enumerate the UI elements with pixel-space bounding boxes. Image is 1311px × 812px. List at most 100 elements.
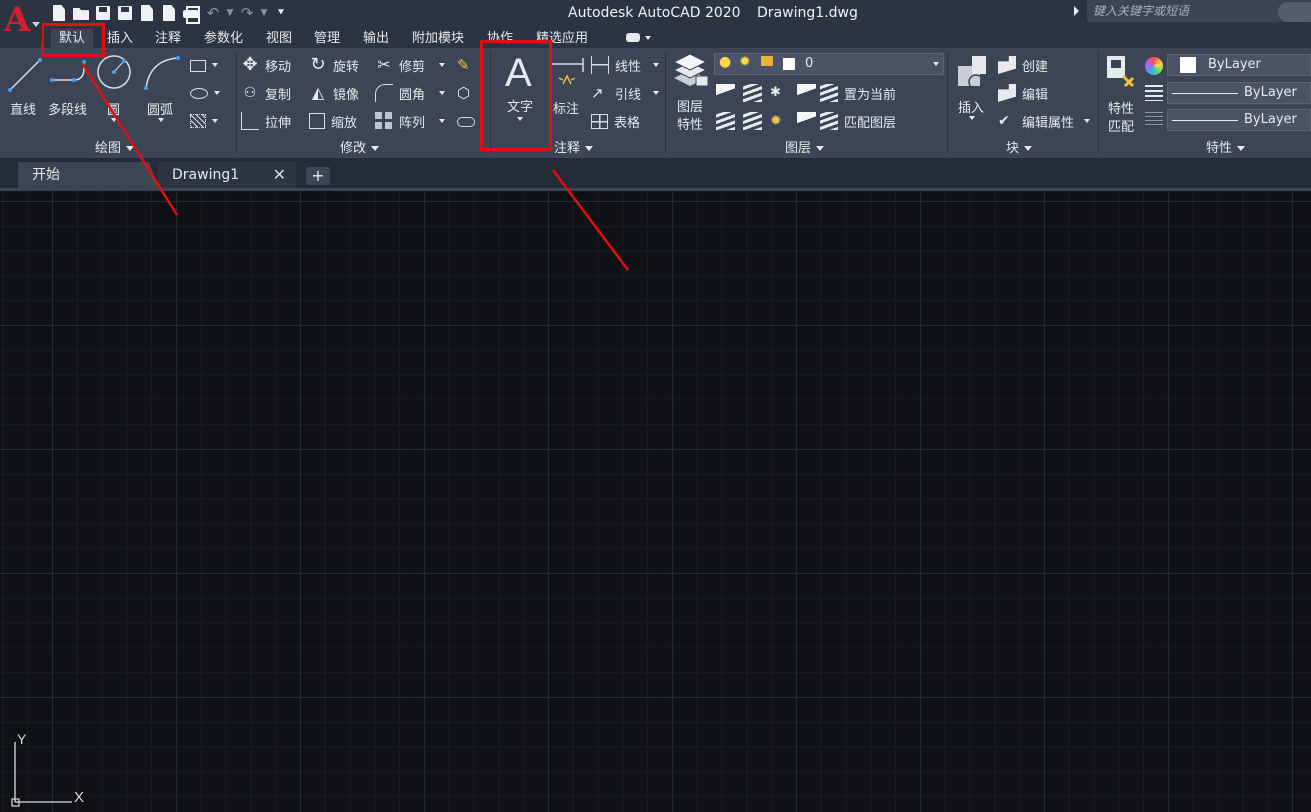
text-label: 文字 [507, 96, 533, 115]
text-button[interactable]: A 文字 [495, 50, 543, 130]
polyline-button[interactable]: 多段线 [46, 52, 92, 120]
tab-insert[interactable]: 插入 [99, 29, 141, 48]
create-block-button[interactable]: 创建 [998, 54, 1048, 76]
edit-attributes-button[interactable]: ✔编辑属性 [998, 110, 1090, 132]
new-file-icon[interactable] [50, 4, 68, 22]
search-expand-icon[interactable] [1074, 6, 1079, 16]
lineweight-icon[interactable] [1145, 112, 1163, 128]
move-button[interactable]: ✥移动 [241, 54, 291, 76]
dimension-button[interactable]: 标注 [547, 52, 587, 124]
application-menu-button[interactable]: A [0, 0, 42, 42]
tab-annotate[interactable]: 注释 [147, 29, 189, 48]
chevron-down-icon [212, 63, 218, 67]
scale-button[interactable]: 缩放 [309, 110, 357, 132]
tab-home[interactable]: 默认 [51, 29, 93, 48]
layer-isolate-icon[interactable] [743, 84, 762, 102]
mirror-button[interactable]: ◭镜像 [309, 82, 359, 104]
share-icon[interactable] [160, 4, 178, 22]
start-tab[interactable]: 开始 [18, 162, 158, 188]
open-file-icon[interactable] [72, 4, 90, 22]
mirror-icon: ◭ [309, 84, 327, 102]
layer-off-icon[interactable] [716, 84, 735, 102]
layer-on-icon[interactable] [716, 112, 735, 130]
make-current-button[interactable]: 置为当前 [820, 82, 896, 104]
properties-panel-title[interactable]: 特性 [1206, 137, 1245, 156]
modify-panel-title[interactable]: 修改 [340, 137, 379, 156]
undo-dropdown-icon[interactable]: ▼ [226, 4, 234, 22]
linetype-dropdown[interactable]: ByLayer [1167, 82, 1311, 104]
layer-freeze-icon[interactable]: ✱ [770, 84, 789, 102]
draw-panel-title[interactable]: 绘图 [95, 137, 134, 156]
tab-parametric[interactable]: 参数化 [196, 29, 251, 48]
web-mobile-icon[interactable] [138, 4, 156, 22]
insert-block-button[interactable]: 插入 [952, 52, 992, 128]
layer-lock-icon[interactable] [797, 84, 816, 102]
layer-properties-button[interactable]: 图层 特性 [670, 52, 710, 132]
hatch-icon [190, 114, 206, 128]
ellipse-icon [190, 88, 208, 99]
edit-block-button[interactable]: 编辑 [998, 82, 1048, 104]
erase-button[interactable]: ✎ [457, 54, 475, 76]
layer-unlock-icon[interactable] [797, 112, 816, 130]
rotate-button[interactable]: ↻旋转 [309, 54, 359, 76]
copy-button[interactable]: ⚇复制 [241, 82, 291, 104]
redo-icon[interactable]: ↷ [238, 4, 256, 22]
linetype-icon[interactable] [1145, 85, 1163, 101]
block-panel-title[interactable]: 块 [1006, 137, 1032, 156]
plot-icon[interactable] [182, 4, 200, 22]
ucs-icon: Y X [10, 730, 100, 810]
layer-stack-icon [670, 52, 710, 92]
save-as-icon[interactable] [116, 4, 134, 22]
leader-button[interactable]: ↗引线 [591, 82, 659, 104]
layer-thaw-icon[interactable]: ✹ [770, 112, 789, 130]
tab-view[interactable]: 视图 [258, 29, 300, 48]
new-drawing-tab-button[interactable]: + [306, 167, 330, 185]
layers-panel-title[interactable]: 图层 [785, 137, 824, 156]
layer-dropdown[interactable]: ● ✹ 0 [714, 53, 944, 75]
arc-button[interactable]: 圆弧 [140, 52, 184, 124]
fillet-button[interactable]: 圆角 [375, 82, 445, 104]
match-properties-button[interactable]: 特性 匹配 [1101, 52, 1141, 132]
save-icon[interactable] [94, 4, 112, 22]
trim-button[interactable]: ✂修剪 [375, 54, 445, 76]
minimize-ribbon-icon [626, 33, 640, 42]
hatch-button[interactable] [190, 110, 218, 132]
tab-collaborate[interactable]: 协作 [479, 29, 521, 48]
chevron-down-icon [1024, 146, 1032, 151]
tab-manage[interactable]: 管理 [306, 29, 348, 48]
customize-qat-icon[interactable]: ⯆ [272, 4, 290, 22]
rectangle-button[interactable] [190, 54, 218, 76]
color-dropdown[interactable]: ByLayer [1167, 54, 1311, 76]
layer-unisolate-icon[interactable] [743, 112, 762, 130]
scissors-icon: ✂ [375, 56, 393, 74]
line-button[interactable]: 直线 [4, 52, 44, 120]
match-properties-label-1: 特性 [1108, 98, 1134, 117]
search-button[interactable] [1278, 2, 1311, 22]
ellipse-button[interactable] [190, 82, 220, 104]
stretch-button[interactable]: 拉伸 [241, 110, 291, 132]
drawing-canvas[interactable] [0, 191, 1311, 812]
match-layer-button[interactable]: 匹配图层 [820, 110, 896, 132]
tab-featured-apps[interactable]: 精选应用 [528, 29, 596, 48]
redo-dropdown-icon[interactable]: ▼ [260, 4, 268, 22]
annotation-panel-title[interactable]: 注释 [554, 137, 593, 156]
array-button[interactable]: 阵列 [375, 110, 445, 132]
circle-button[interactable]: 圆 [94, 52, 134, 124]
color-wheel-icon[interactable] [1145, 57, 1163, 75]
lineweight-dropdown[interactable]: ByLayer [1167, 109, 1311, 131]
chevron-down-icon [439, 119, 445, 123]
current-layer-name: 0 [805, 56, 813, 71]
tab-addins[interactable]: 附加模块 [404, 29, 472, 48]
drawing-tab[interactable]: Drawing1 ✕ [158, 162, 296, 188]
table-button[interactable]: 表格 [591, 110, 640, 132]
undo-icon[interactable]: ↶ [204, 4, 222, 22]
ribbon-display-toggle[interactable] [624, 31, 654, 45]
tab-output[interactable]: 输出 [355, 29, 397, 48]
explode-button[interactable]: ⬡ [457, 82, 475, 104]
ucs-y-label: Y [17, 731, 27, 747]
match-layer-label: 匹配图层 [844, 112, 896, 131]
linear-dimension-button[interactable]: 线性 [591, 54, 659, 76]
close-icon[interactable]: ✕ [273, 162, 286, 188]
layer-properties-label-1: 图层 [677, 96, 703, 115]
offset-button[interactable] [457, 110, 475, 132]
